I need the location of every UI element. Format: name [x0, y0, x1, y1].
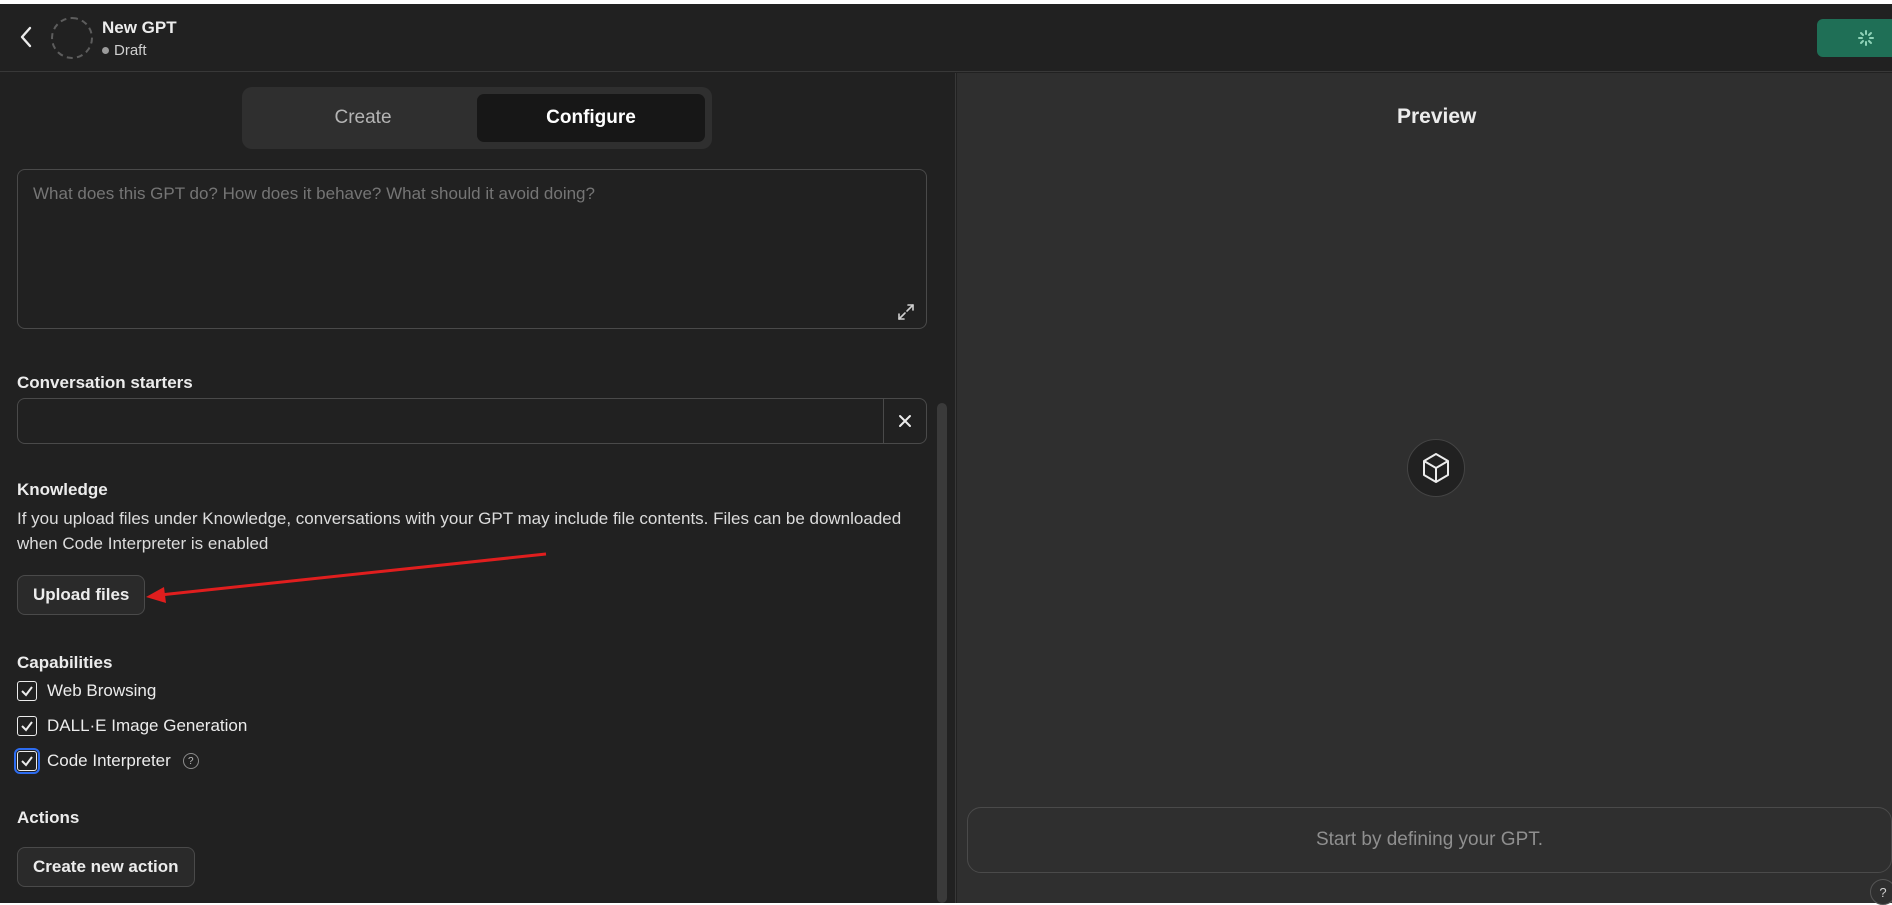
conversation-starter-row — [17, 398, 927, 444]
web-browsing-checkbox[interactable] — [17, 681, 37, 701]
capability-code-interpreter: Code Interpreter ? — [14, 748, 199, 774]
header: New GPT Draft — [0, 4, 1892, 72]
check-icon — [21, 756, 33, 767]
status-label: Draft — [114, 42, 147, 59]
configure-panel: Create Configure Conversation starters K… — [0, 73, 956, 903]
scrollbar[interactable] — [937, 403, 947, 903]
gpt-status: Draft — [102, 42, 147, 59]
create-new-action-button[interactable]: Create new action — [17, 847, 195, 887]
clear-starter-button[interactable] — [883, 399, 926, 443]
chevron-left-icon — [20, 26, 32, 48]
tab-configure[interactable]: Configure — [477, 94, 705, 142]
check-icon — [21, 686, 33, 697]
actions-label: Actions — [17, 808, 80, 827]
preview-title: Preview — [1397, 105, 1477, 128]
conversation-starter-input[interactable] — [18, 399, 883, 443]
capability-label: DALL·E Image Generation — [47, 716, 248, 735]
mode-tabs: Create Configure — [242, 87, 712, 149]
gpt-avatar[interactable] — [51, 17, 93, 59]
code-interpreter-checkbox[interactable] — [14, 748, 40, 774]
help-icon[interactable]: ? — [182, 753, 199, 769]
gpt-placeholder-avatar — [1407, 439, 1465, 497]
close-icon — [899, 415, 911, 427]
save-button[interactable] — [1817, 19, 1892, 57]
expand-icon[interactable] — [896, 302, 916, 322]
knowledge-description: If you upload files under Knowledge, con… — [17, 509, 902, 553]
capability-label: Web Browsing — [47, 681, 157, 700]
knowledge-label: Knowledge — [17, 480, 108, 499]
cube-icon — [1423, 453, 1449, 483]
tab-create[interactable]: Create — [249, 94, 477, 142]
status-dot-icon — [102, 47, 109, 54]
check-icon — [21, 721, 33, 732]
capability-label: Code Interpreter — [47, 751, 171, 770]
instructions-field[interactable] — [17, 169, 927, 329]
conversation-starters-label: Conversation starters — [17, 373, 193, 392]
spinner-icon — [1858, 30, 1874, 46]
capabilities-label: Capabilities — [17, 653, 113, 672]
preview-message-input[interactable]: Start by defining your GPT. — [967, 807, 1892, 873]
dalle-checkbox[interactable] — [17, 716, 37, 736]
back-button[interactable] — [14, 24, 38, 50]
upload-files-button[interactable]: Upload files — [17, 575, 146, 615]
capability-dalle: DALL·E Image Generation — [17, 716, 247, 736]
preview-panel: Preview Start by defining your GPT. ? — [957, 73, 1892, 905]
help-button[interactable]: ? — [1870, 879, 1892, 905]
capability-web-browsing: Web Browsing — [17, 681, 156, 701]
gpt-name: New GPT — [102, 18, 177, 37]
gpt-builder-app: New GPT Draft Create Configure What does… — [0, 4, 1892, 905]
